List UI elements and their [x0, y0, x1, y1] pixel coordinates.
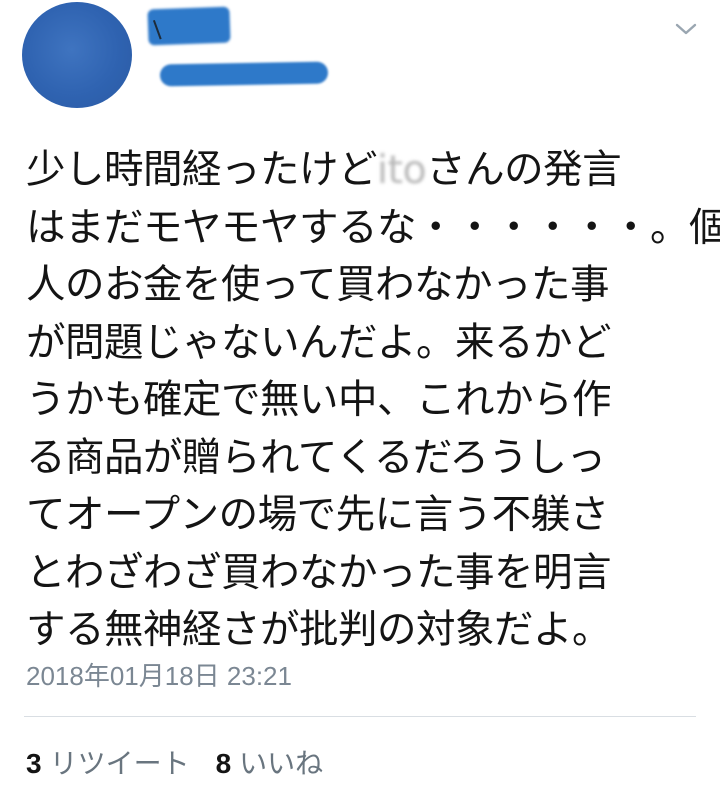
tweet-card: 少し時間経ったけどitoさんの発言 はまだモヤモヤするな・・・・・・。個 人のお…	[0, 0, 720, 789]
tweet-text-line: 少し時間経ったけどitoさんの発言	[26, 147, 622, 193]
likes-count: 8	[215, 748, 232, 779]
username-redacted[interactable]	[159, 61, 329, 87]
tweet-text-line: とわざわざ買わなかった事を明言	[26, 549, 612, 596]
engagement-stats: 3 リツイート 8 いいね	[26, 742, 323, 782]
avatar[interactable]	[22, 2, 132, 108]
tweet-text-line: はまだモヤモヤするな・・・・・・。個	[26, 204, 720, 251]
retweets-label: リツイート	[49, 748, 190, 779]
retweets-stat[interactable]: 3 リツイート	[26, 742, 190, 782]
tweet-text-line: てオープンの場で先に言う不躾さ	[26, 492, 609, 538]
tweet-text-line: が問題じゃないんだよ。来るかど	[26, 319, 612, 366]
chevron-down-icon[interactable]	[672, 18, 700, 40]
redacted-name: ito	[377, 147, 427, 193]
tweet-text-line: 人のお金を使って買わなかった事	[26, 262, 610, 308]
tweet-text-line: する無神経さが批判の対象だよ。	[26, 607, 612, 653]
divider	[24, 716, 696, 717]
tweet-timestamp[interactable]: 2018年01月18日 23:21	[26, 656, 292, 693]
tweet-text-line: うかも確定で無い中、これから作	[26, 377, 612, 423]
likes-stat[interactable]: 8 いいね	[216, 742, 324, 782]
retweets-count: 3	[26, 748, 42, 779]
likes-label: いいね	[239, 748, 324, 779]
tweet-text-line: る商品が贈られてくるだろうしっ	[26, 434, 606, 481]
tweet-text: 少し時間経ったけどitoさんの発言 はまだモヤモヤするな・・・・・・。個 人のお…	[26, 142, 720, 660]
